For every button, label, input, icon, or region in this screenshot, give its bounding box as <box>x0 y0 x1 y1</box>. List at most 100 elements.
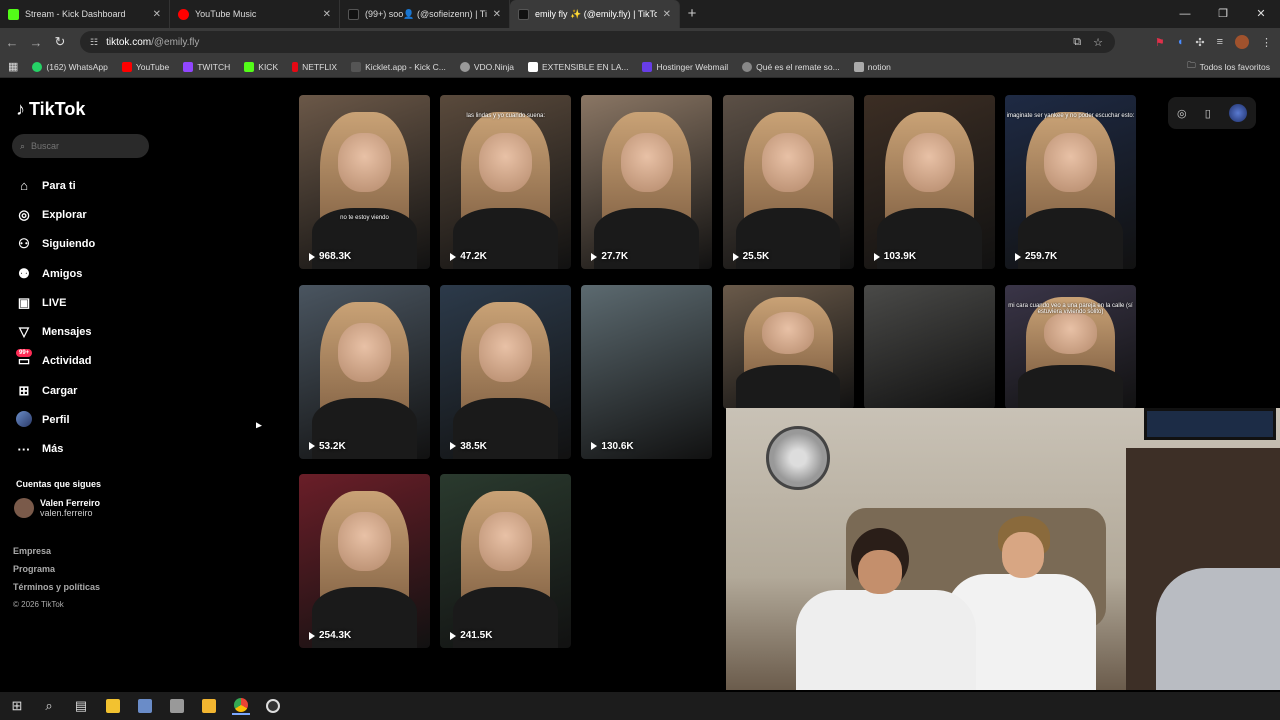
video-thumbnail[interactable]: 25.5K <box>722 95 854 269</box>
browser-tab[interactable]: YouTube Music ✕ <box>170 0 340 28</box>
extensions-puzzle-icon[interactable]: ✣ <box>1195 36 1204 49</box>
footer-link-terminos[interactable]: Términos y políticas <box>13 582 100 600</box>
file-explorer-icon[interactable] <box>104 697 122 715</box>
bookmark-star-icon[interactable]: ☆ <box>1093 36 1103 49</box>
tiktok-logo[interactable]: ♪ TikTok <box>16 99 85 120</box>
bookmark-label: NETFLIX <box>302 61 338 72</box>
bookmark-item[interactable]: Kicklet.app - Kick C... <box>351 61 446 72</box>
view-count: 241.5K <box>450 630 492 641</box>
video-thumbnail[interactable]: imaginate ser yankee y no poder escuchar… <box>1005 95 1136 269</box>
bookmark-item[interactable]: KICK <box>244 61 278 72</box>
profile-avatar-icon[interactable] <box>1228 104 1247 122</box>
menu-dots-icon[interactable]: ⋮ <box>1261 36 1272 49</box>
view-count-text: 25.5K <box>742 251 770 262</box>
bookmark-item[interactable]: TWITCH <box>183 61 231 72</box>
video-thumbnail[interactable]: 103.9K <box>863 95 995 269</box>
bookmark-item[interactable]: Qué es el remate so... <box>742 61 840 72</box>
close-icon[interactable]: ✕ <box>663 9 671 20</box>
app-icon[interactable] <box>168 697 186 715</box>
nav-item-mensajes[interactable]: ▽ Mensajes <box>16 317 95 346</box>
browser-tab-active[interactable]: emily fly ✨ (@emily.fly) | TikTok ✕ <box>510 0 680 28</box>
windows-start-icon[interactable]: ⊞ <box>8 697 26 715</box>
video-thumbnail[interactable]: 27.7K <box>581 95 713 269</box>
nav-item-explorar[interactable]: ◎ Explorar <box>16 200 95 229</box>
video-thumbnail[interactable]: no te estoy viendo 968.3K <box>299 95 430 269</box>
nav-item-para-ti[interactable]: ⌂ Para ti <box>16 171 95 200</box>
tiktok-icon <box>348 8 359 20</box>
close-icon[interactable]: ✕ <box>323 9 331 20</box>
bookmark-item[interactable]: VDO.Ninja <box>459 61 514 72</box>
bookmark-label: YouTube <box>135 61 170 72</box>
video-thumbnail[interactable]: 254.3K <box>299 474 430 648</box>
site-info-icon[interactable]: ☷ <box>90 37 98 48</box>
play-icon <box>450 631 457 640</box>
task-view-icon[interactable]: ▤ <box>72 697 90 715</box>
video-thumbnail[interactable]: 53.2K <box>299 284 430 459</box>
browser-tab[interactable]: Stream - Kick Dashboard ✕ <box>0 0 170 28</box>
video-thumbnail[interactable]: 130.6K <box>581 284 713 459</box>
phone-icon[interactable]: ▯ <box>1205 107 1211 120</box>
nav-item-cargar[interactable]: ⊞ Cargar <box>16 376 95 405</box>
profile-avatar-icon[interactable] <box>1235 35 1249 49</box>
restore-icon[interactable]: ❐ <box>1204 0 1242 28</box>
bookmark-label: TWITCH <box>197 61 231 72</box>
nav-item-mas[interactable]: ··· Más <box>16 435 95 464</box>
fan <box>766 426 830 490</box>
nav-item-amigos[interactable]: ⚉ Amigos <box>16 259 95 288</box>
video-thumbnail[interactable]: las lindas y yo cuando suena: 47.2K <box>440 95 572 269</box>
following-icon: ⚇ <box>18 236 30 252</box>
compass-icon[interactable]: ◎ <box>1177 107 1187 120</box>
bookmark-item[interactable]: (162) WhatsApp <box>32 61 108 72</box>
followed-account[interactable]: Valen Ferreiro valen.ferreiro <box>14 498 100 518</box>
account-username: valen.ferreiro <box>40 508 93 518</box>
bookmark-item[interactable]: EXTENSIBLE EN LA... <box>528 61 628 72</box>
nav-item-perfil[interactable]: Perfil <box>16 405 95 434</box>
nav-item-live[interactable]: ▣ LIVE <box>16 288 95 317</box>
play-icon <box>873 252 880 261</box>
nav-label: LIVE <box>42 296 67 309</box>
install-app-icon[interactable]: ⧉ <box>1073 36 1081 49</box>
search-icon[interactable]: ⌕ <box>40 697 58 715</box>
new-tab-button[interactable]: + <box>680 0 704 28</box>
kick-icon <box>8 8 19 20</box>
nav-item-actividad[interactable]: ▭ 99+ Actividad <box>16 347 95 376</box>
reading-list-icon[interactable]: ≡ <box>1217 36 1223 48</box>
reload-icon[interactable]: ↻ <box>48 34 72 50</box>
video-thumbnail[interactable]: 241.5K <box>440 474 572 648</box>
search-box[interactable]: ⌕ <box>12 134 149 158</box>
search-input[interactable] <box>31 141 132 151</box>
close-icon[interactable]: ✕ <box>493 9 501 20</box>
forward-icon[interactable]: → <box>24 35 48 50</box>
browser-tab[interactable]: (99+) soo👤 (@sofieizenn) | TikTok ✕ <box>340 0 510 28</box>
close-icon[interactable]: ✕ <box>153 9 161 20</box>
all-bookmarks-folder[interactable]: 🗀 Todos los favoritos <box>1187 56 1270 78</box>
footer-link-programa[interactable]: Programa <box>13 564 100 582</box>
following-section-title: Cuentas que sigues <box>16 479 102 489</box>
app-icon[interactable] <box>136 697 154 715</box>
notification-badge: 99+ <box>16 348 33 357</box>
nav-item-siguiendo[interactable]: ⚇ Siguiendo <box>16 230 95 259</box>
minimize-icon[interactable]: — <box>1166 0 1204 28</box>
close-window-icon[interactable]: ✕ <box>1242 0 1280 28</box>
obs-icon[interactable] <box>264 697 282 715</box>
address-bar[interactable]: ☷ tiktok.com/@emily.fly ⧉ ☆ <box>80 31 1115 53</box>
bookmark-item[interactable]: NETFLIX <box>292 61 338 72</box>
video-caption: las lindas y yo cuando suena: <box>466 113 546 119</box>
youtube-icon <box>121 61 132 72</box>
video-thumbnail[interactable]: mi cara cuando veo a una pareja en la ca… <box>1005 284 1136 409</box>
apps-grid-icon[interactable]: ▦ <box>8 60 18 73</box>
video-thumbnail[interactable] <box>722 284 854 409</box>
extension-blue-icon[interactable]: ◖ <box>1177 36 1184 48</box>
video-thumbnail[interactable]: 38.5K <box>440 284 572 459</box>
bookmark-item[interactable]: YouTube <box>121 61 170 72</box>
extension-red-icon[interactable]: ⚑ <box>1155 36 1165 49</box>
video-thumbnail[interactable] <box>863 284 995 409</box>
bookmark-item[interactable]: notion <box>853 61 891 72</box>
nav-label: Más <box>42 443 64 456</box>
chrome-icon[interactable] <box>232 697 250 715</box>
bookmark-item[interactable]: Hostinger Webmail <box>642 61 728 72</box>
back-icon[interactable]: ← <box>0 35 24 50</box>
play-icon <box>309 442 315 450</box>
footer-link-empresa[interactable]: Empresa <box>13 546 100 564</box>
app-icon[interactable] <box>200 697 218 715</box>
